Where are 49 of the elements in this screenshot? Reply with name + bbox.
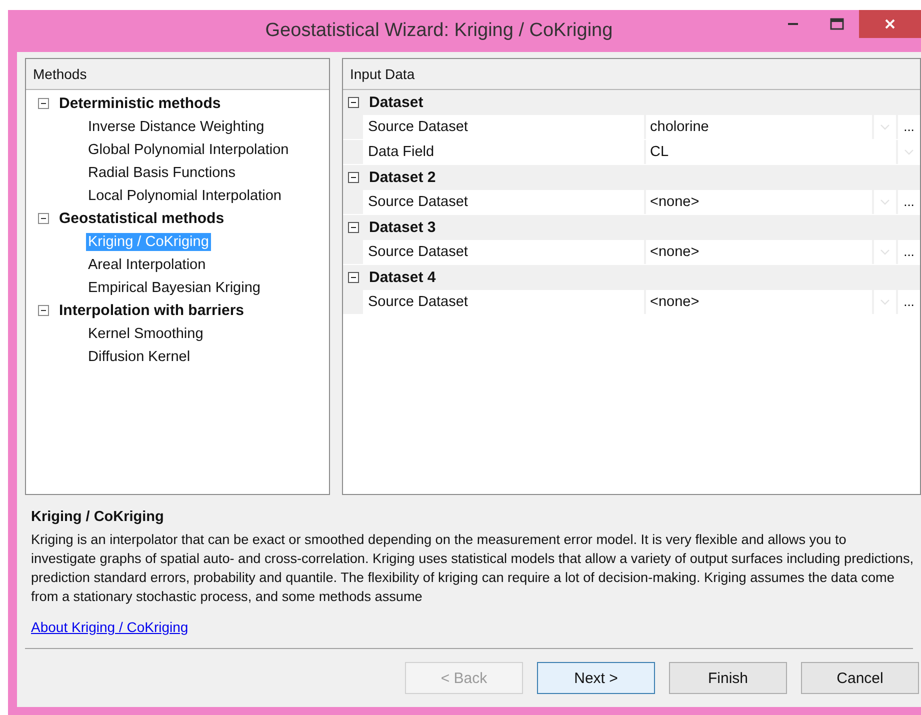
description-text: Kriging is an interpolator that can be exact or smoothed depending on the measurement error model. It is very flexible and allows you to investigate graphs of spatial auto- and cross-correlation. Kriging uses statistical models that allow a variety of output surfaces including predictions, prediction standard errors, probability and quantile. The flexibility of kriging can require a lot of decision-making. Kriging assumes the data come from a stationary stochastic process, and some methods assume [31,531,915,606]
browse-button[interactable]: ... [898,115,920,139]
input-data-header: Input Data [343,59,920,90]
property-label: Source Dataset [363,240,644,264]
tree-group[interactable]: Interpolation with barriers [59,302,244,319]
wizard-button[interactable]: Finish [669,662,787,694]
wizard-button[interactable]: Next > [537,662,655,694]
browse-button[interactable]: ... [898,190,920,214]
wizard-button[interactable]: Cancel [801,662,919,694]
property-value-field[interactable]: CL [646,140,896,164]
collapse-icon[interactable] [348,97,359,108]
collapse-icon[interactable] [38,213,49,224]
category-label: Dataset 3 [369,219,436,236]
close-icon [884,18,896,30]
minimize-icon [788,23,798,25]
property-value-field[interactable]: <none> [646,190,872,214]
window-title: Geostatistical Wizard: Kriging / CoKriging [265,20,613,42]
collapse-icon[interactable] [348,222,359,233]
browse-button[interactable]: ... [898,240,920,264]
tree-group[interactable]: Geostatistical methods [59,210,224,227]
tree-item[interactable]: Local Polynomial Interpolation [86,186,284,204]
close-button[interactable] [859,10,921,38]
collapse-icon[interactable] [38,98,49,109]
tree-item[interactable]: Global Polynomial Interpolation [86,140,291,158]
property-label: Source Dataset [363,190,644,214]
property-label: Data Field [363,140,644,164]
methods-header: Methods [26,59,329,90]
tree-item[interactable]: Kernel Smoothing [86,324,206,342]
category-label: Dataset 4 [369,269,436,286]
description-title: Kriging / CoKriging [31,509,165,525]
property-value-field[interactable]: <none> [646,290,872,314]
tree-item[interactable]: Empirical Bayesian Kriging [86,278,262,296]
collapse-icon[interactable] [348,272,359,283]
collapse-icon[interactable] [348,172,359,183]
tree-item[interactable]: Diffusion Kernel [86,348,192,366]
property-value-field[interactable]: cholorine [646,115,872,139]
tree-group[interactable]: Deterministic methods [59,95,221,112]
property-value-field[interactable]: <none> [646,240,872,264]
property-label: Source Dataset [363,115,644,139]
browse-button[interactable]: ... [898,290,920,314]
tree-item[interactable]: Radial Basis Functions [86,164,238,182]
property-label: Source Dataset [363,290,644,314]
category-label: Dataset 2 [369,169,436,186]
maximize-icon [830,18,844,30]
category-label: Dataset [369,94,424,111]
tree-item[interactable]: Inverse Distance Weighting [86,118,266,136]
tree-item[interactable]: Areal Interpolation [86,256,208,274]
collapse-icon[interactable] [38,305,49,316]
about-link[interactable]: About Kriging / CoKriging [31,619,188,635]
